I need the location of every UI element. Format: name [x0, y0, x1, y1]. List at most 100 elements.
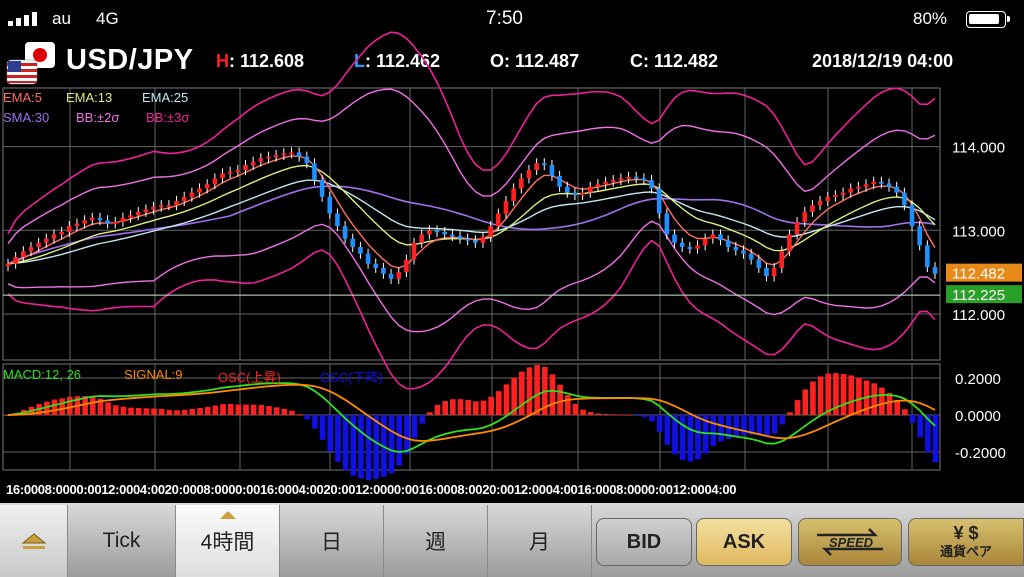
osc-bar	[89, 396, 96, 415]
candle-body	[771, 267, 777, 277]
bid-button[interactable]: BID	[596, 518, 692, 566]
osc-bar	[733, 415, 740, 438]
candle-body	[733, 247, 739, 251]
tab-month[interactable]: 月	[488, 505, 592, 577]
osc-bar	[151, 408, 157, 415]
speed-button[interactable]: SPEED	[798, 518, 902, 566]
osc-bar	[112, 405, 119, 415]
osc-bar	[227, 403, 234, 415]
candle-body	[373, 263, 379, 268]
osc-bar	[434, 404, 441, 415]
candle-body	[404, 259, 409, 273]
candle-body	[44, 238, 49, 243]
osc-bar	[810, 381, 816, 415]
candle-body	[580, 192, 585, 196]
osc-tick-label: -0.2000	[955, 445, 1006, 462]
candle-body	[787, 234, 792, 252]
osc-bar	[204, 407, 211, 415]
osc-bar	[312, 415, 318, 429]
osc-bar	[817, 376, 824, 415]
tab-week[interactable]: 週	[384, 505, 488, 577]
osc-bar	[856, 377, 862, 415]
candle-body	[894, 186, 899, 193]
candle-body	[718, 234, 723, 241]
osc-bar	[610, 414, 617, 416]
osc-bar	[518, 371, 525, 415]
osc-bar	[909, 415, 916, 423]
candle-body	[595, 184, 601, 187]
osc-bar	[580, 409, 586, 415]
candle-body	[212, 178, 218, 185]
osc-bar	[756, 415, 763, 436]
price-tick-label: 113.000	[952, 223, 1005, 240]
candle-body	[250, 161, 256, 165]
osc-bar	[917, 415, 923, 438]
price-tick-label: 114.000	[952, 140, 1005, 157]
candle-body	[496, 213, 501, 227]
currency-pair-button[interactable]: ¥ $ 通貨ペア	[908, 518, 1024, 566]
tab-day[interactable]: 日	[280, 505, 384, 577]
candle-body	[158, 205, 164, 208]
candle-body	[120, 217, 126, 222]
candle-body	[342, 226, 348, 239]
osc-bar	[66, 396, 73, 415]
candle-body	[649, 180, 654, 189]
candle-body	[112, 221, 118, 224]
osc-bar	[626, 414, 632, 416]
candle-body	[764, 267, 769, 277]
candle-body	[817, 200, 823, 206]
osc-bar	[373, 415, 380, 480]
selected-indicator-icon	[220, 511, 236, 519]
candle-body	[312, 163, 317, 181]
osc-bar	[664, 415, 671, 445]
osc-bar	[886, 393, 893, 415]
osc-bar	[304, 415, 311, 420]
candle-body	[879, 181, 884, 184]
osc-bar	[411, 415, 418, 438]
tab-4h[interactable]: 4時間	[176, 505, 280, 577]
osc-bar	[595, 413, 602, 415]
candle-body	[97, 217, 103, 221]
candle-body	[465, 238, 470, 241]
ema5-line	[7, 155, 936, 269]
osc-bar	[296, 414, 303, 416]
osc-bar	[848, 375, 855, 415]
candle-body	[319, 180, 325, 197]
candle-body	[189, 192, 195, 197]
candle-body	[541, 163, 547, 166]
osc-bar	[250, 404, 257, 415]
candle-body	[258, 158, 264, 162]
candle-body	[909, 205, 915, 227]
osc-bar	[235, 404, 242, 415]
candle-body	[296, 152, 302, 157]
candle-body	[166, 205, 172, 208]
candle-body	[756, 259, 762, 268]
candle-body	[28, 247, 34, 252]
osc-bar	[641, 415, 648, 418]
bb3-upper-line	[7, 31, 936, 234]
collapse-button[interactable]	[0, 505, 68, 577]
osc-bar	[143, 408, 150, 415]
osc-bar	[465, 399, 471, 415]
candle-body	[5, 263, 11, 267]
candle-body	[641, 178, 647, 181]
candle-body	[204, 184, 210, 189]
candle-body	[358, 247, 363, 254]
ask-button[interactable]: ASK	[696, 518, 792, 566]
osc-bar	[266, 406, 272, 415]
price-chart[interactable]: 114.000 113.000 112.000 0.2000 0.0000 -0.2000…	[0, 0, 1024, 503]
legend-bb2: BB:±2σ	[76, 110, 120, 125]
candle-body	[664, 213, 670, 235]
candle-body	[327, 196, 333, 214]
candle-body	[886, 183, 892, 187]
osc-bar	[679, 415, 686, 460]
tab-tick[interactable]: Tick	[68, 505, 176, 577]
candle-body	[243, 164, 248, 171]
candle-body	[802, 211, 808, 222]
osc-bar	[902, 409, 908, 415]
candle-body	[587, 186, 593, 193]
candle-body	[618, 178, 624, 181]
osc-bar	[212, 405, 219, 415]
candle-body	[450, 234, 455, 237]
candle-body	[281, 153, 287, 156]
